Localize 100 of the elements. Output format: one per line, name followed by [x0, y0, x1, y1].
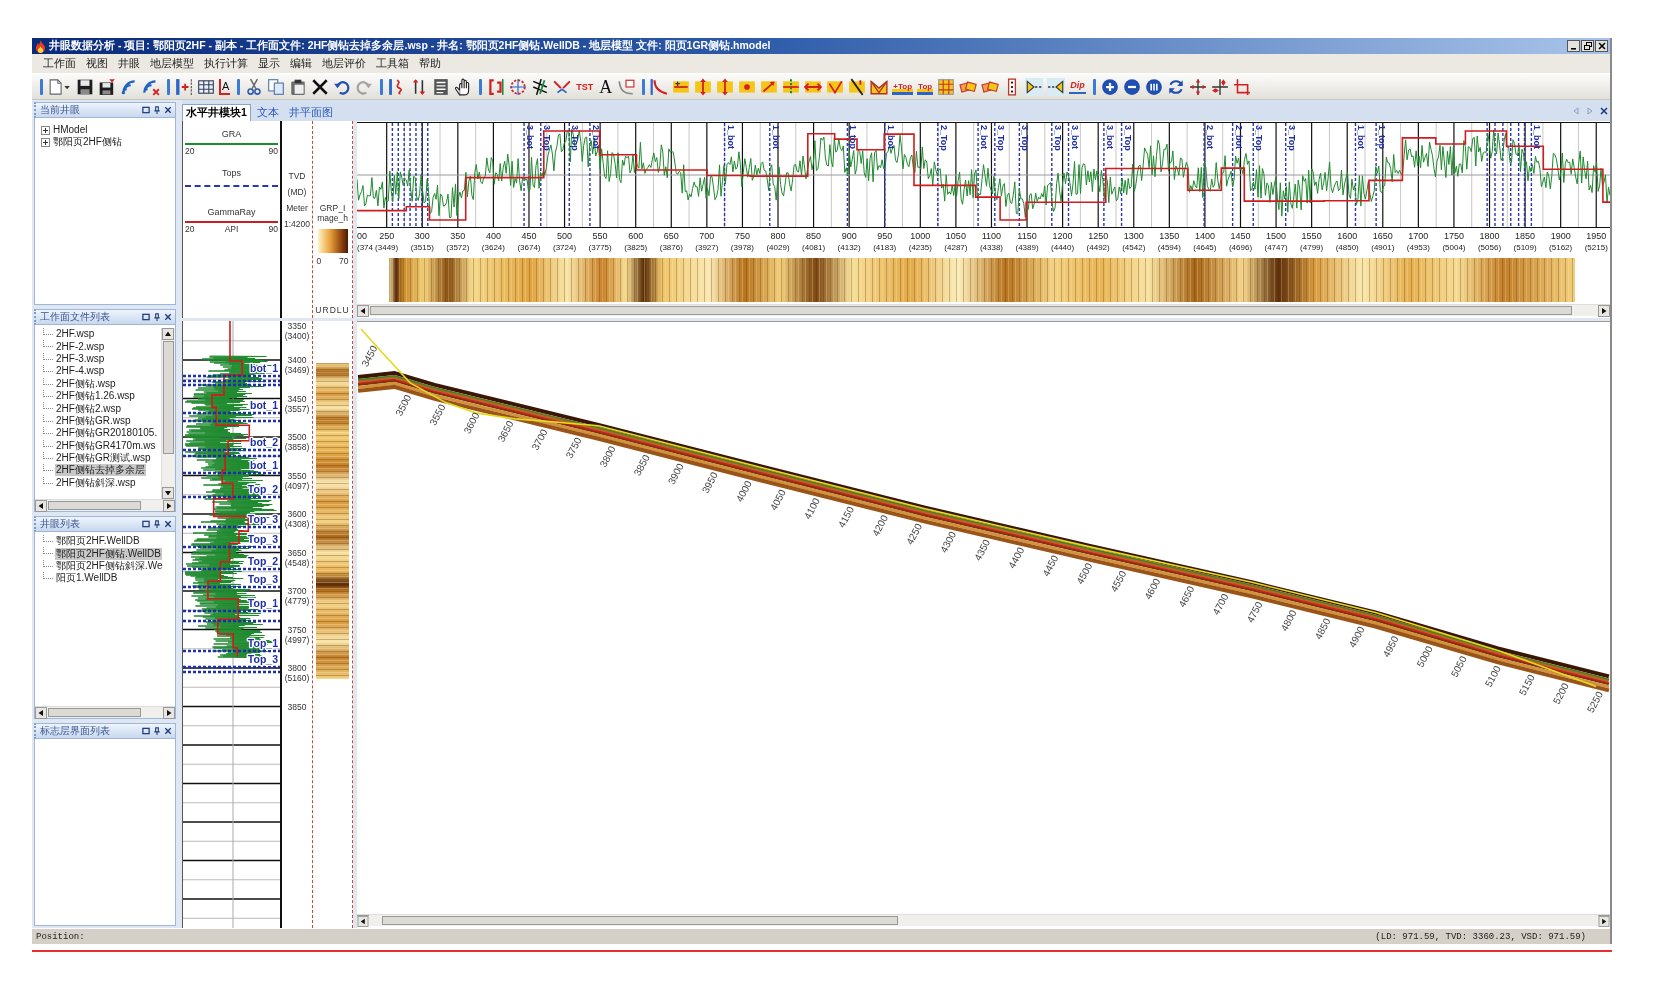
marker-label: 3_bot	[525, 125, 536, 149]
tile-arrows-icon[interactable]	[716, 77, 735, 96]
toolbar-button[interactable]: A	[219, 78, 231, 95]
close-icon[interactable]	[1600, 107, 1608, 115]
list-item[interactable]: 2HF侧钻GR4170m.ws	[55, 439, 157, 452]
restore-icon[interactable]	[142, 106, 150, 114]
folded-layer-icon[interactable]	[870, 77, 889, 96]
crosshair-arrows-icon[interactable]	[1188, 77, 1207, 96]
circle-bars-icon[interactable]	[1144, 77, 1163, 96]
horizontal-scrollbar[interactable]	[357, 304, 1610, 316]
list-item[interactable]: 鄂阳页2HF侧钻斜深.We	[55, 559, 164, 572]
zoom-in-icon[interactable]	[1100, 77, 1119, 96]
list-item[interactable]: 2HF侧钻2.wsp	[55, 402, 122, 415]
expand-icon[interactable]	[41, 125, 50, 135]
list-item[interactable]: 鄂阳页2HF侧钻.WellDB	[55, 547, 162, 560]
close-icon[interactable]	[164, 106, 172, 114]
left-arrow-icon[interactable]	[357, 915, 369, 927]
horizontal-scrollbar[interactable]	[35, 706, 175, 718]
list-item[interactable]: 2HF侧钻GR测试.wsp	[55, 452, 152, 465]
new-file-icon[interactable]	[48, 77, 72, 96]
tile-arrows-icon[interactable]	[694, 77, 713, 96]
list-item[interactable]: 2HF侧钻.wsp	[55, 377, 117, 390]
menu-item[interactable]: 帮助	[414, 56, 446, 71]
close-icon[interactable]	[164, 313, 172, 321]
depth-label: 5150	[1516, 672, 1537, 698]
list-item[interactable]: 2HF-2.wsp	[55, 340, 106, 353]
expand-icon[interactable]	[41, 137, 50, 147]
list-item[interactable]: 2HF.wsp	[55, 328, 96, 341]
scrollbar-thumb[interactable]	[48, 708, 142, 717]
menu-item[interactable]: 工具箱	[371, 56, 414, 71]
restore-icon[interactable]	[142, 727, 150, 735]
tree-item[interactable]: 鄂阳页2HF侧钻	[53, 136, 122, 148]
split-arrows-icon[interactable]	[1210, 77, 1229, 96]
list-item[interactable]: 2HF-4.wsp	[55, 365, 106, 378]
restore-icon[interactable]	[142, 313, 150, 321]
menu-item[interactable]: 地层模型	[145, 56, 199, 71]
horizontal-scrollbar[interactable]	[357, 914, 1610, 926]
copy-icon[interactable]	[267, 77, 286, 96]
tab[interactable]: 井平面图	[284, 104, 337, 121]
tab[interactable]: 水平井模块1	[182, 104, 251, 121]
list-item[interactable]: 2HF侧钻GR.wsp	[55, 414, 132, 427]
pin-icon[interactable]	[153, 313, 161, 321]
close-icon[interactable]	[164, 520, 172, 528]
menu-item[interactable]: 显示	[253, 56, 285, 71]
track-insert-icon[interactable]	[175, 77, 193, 96]
restore-icon[interactable]	[142, 520, 150, 528]
minimize-button[interactable]	[1567, 40, 1580, 52]
menu-item[interactable]: 执行计算	[199, 56, 253, 71]
menu-item[interactable]: 井眼	[113, 56, 145, 71]
list-item[interactable]: 2HF-3.wsp	[55, 352, 106, 365]
list-item[interactable]: 鄂阳页2HF.WellDB	[55, 535, 141, 548]
toolbar-button[interactable]: A	[598, 77, 614, 96]
list-item[interactable]: 阳页1.WellDB	[55, 572, 119, 585]
grid-icon[interactable]	[197, 77, 215, 96]
zoom-out-icon[interactable]	[1122, 77, 1141, 96]
restore-button[interactable]	[1581, 40, 1594, 52]
crossed-lines-icon[interactable]	[531, 77, 550, 96]
tile-grid-icon[interactable]	[937, 77, 956, 96]
tree-item[interactable]: HModel	[53, 124, 88, 136]
signal-waves-icon[interactable]	[120, 77, 138, 96]
menu-item[interactable]: 地层评价	[317, 56, 371, 71]
toolbar-button[interactable]: TST	[575, 77, 595, 96]
horizontal-scrollbar[interactable]	[35, 499, 175, 511]
list-item[interactable]: 2HF侧钻斜深.wsp	[55, 476, 137, 489]
clipboard-icon[interactable]	[289, 77, 308, 96]
floppy-disk-icon[interactable]	[98, 77, 116, 96]
crop-icon[interactable]	[1232, 77, 1251, 96]
list-item[interactable]: 2HF侧钻去掉多余层	[55, 464, 146, 477]
scissors-icon[interactable]	[245, 77, 264, 96]
grip-icon	[167, 78, 170, 95]
signal-cross-icon[interactable]	[142, 77, 160, 96]
tab[interactable]: 文本	[252, 104, 283, 121]
curve-note-icon[interactable]	[617, 77, 636, 96]
list-item[interactable]: 2HF侧钻GR20180105.	[55, 427, 159, 440]
menu-item[interactable]: 编辑	[285, 56, 317, 71]
close-button[interactable]	[1595, 40, 1608, 52]
close-icon[interactable]	[164, 727, 172, 735]
delete-icon[interactable]	[311, 77, 330, 96]
refresh-icon[interactable]	[1166, 77, 1185, 96]
scrollbar-thumb[interactable]	[382, 916, 898, 925]
scrollbar-thumb[interactable]	[163, 341, 174, 455]
scrollbar-thumb[interactable]	[48, 501, 142, 510]
pin-icon[interactable]	[153, 520, 161, 528]
pin-icon[interactable]	[153, 106, 161, 114]
depth-label: 3700	[286, 586, 308, 596]
pin-icon[interactable]	[153, 727, 161, 735]
depth-label: 3700	[529, 427, 550, 452]
menu-item[interactable]: 视图	[81, 56, 113, 71]
tile-slash-icon[interactable]	[848, 77, 867, 96]
vertical-scrollbar[interactable]	[161, 328, 175, 499]
document-icon[interactable]	[432, 77, 451, 96]
menu-item[interactable]: 工作面	[38, 56, 81, 71]
list-item[interactable]: 2HF侧钻1.26.wsp	[55, 390, 136, 403]
right-arrow-icon[interactable]	[1598, 915, 1610, 927]
curve-icon[interactable]	[650, 77, 669, 96]
toolbar-button[interactable]: Dip	[1069, 79, 1086, 94]
bracket-icon[interactable]	[487, 77, 506, 96]
dotted-circle-icon[interactable]	[509, 77, 528, 96]
tile-split-icon[interactable]	[782, 77, 801, 96]
scrollbar-thumb[interactable]	[370, 306, 1573, 315]
